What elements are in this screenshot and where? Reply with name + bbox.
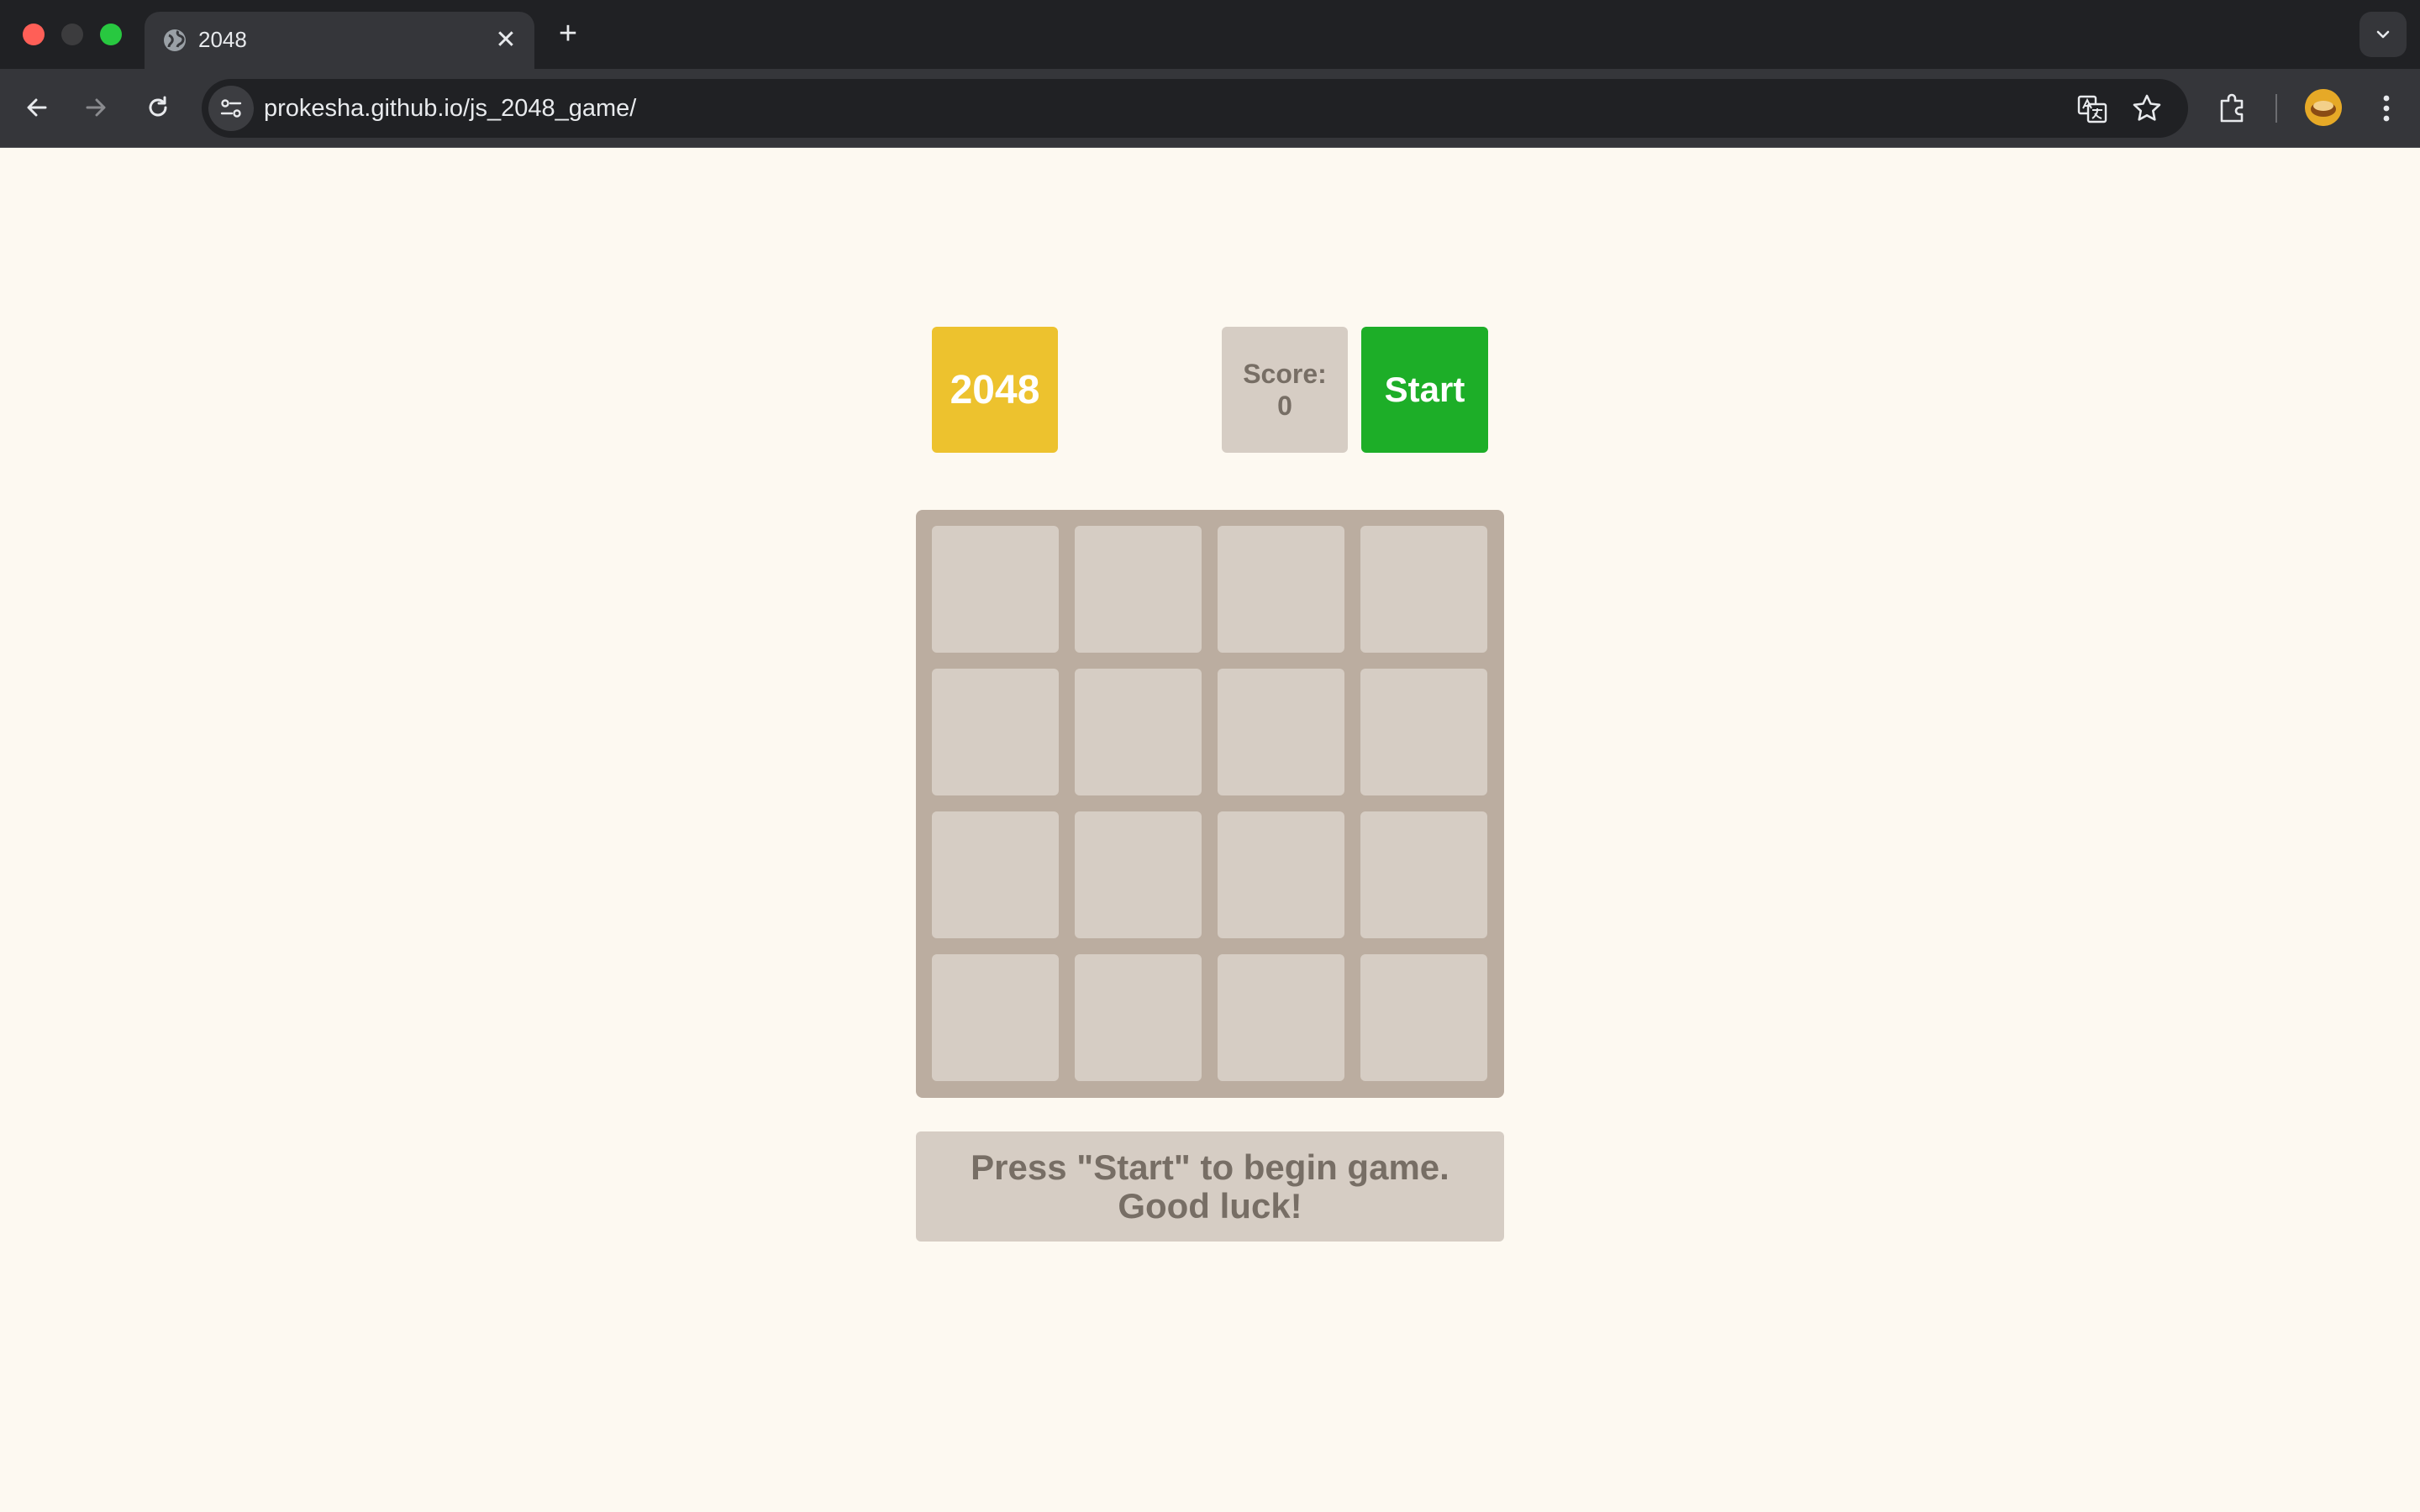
- translate-icon[interactable]: [2075, 92, 2109, 125]
- grid-cell: [1360, 811, 1487, 938]
- window-minimize-button[interactable]: [61, 24, 83, 45]
- forward-arrow-icon: [86, 98, 106, 117]
- grid-cell: [1218, 811, 1344, 938]
- avatar-image: [2305, 89, 2342, 126]
- bookmark-star-icon[interactable]: [2130, 92, 2164, 125]
- site-info-button[interactable]: [208, 86, 254, 131]
- game-board: [916, 510, 1504, 1098]
- grid-cell: [1360, 526, 1487, 653]
- grid-cell: [1218, 954, 1344, 1081]
- url-text[interactable]: prokesha.github.io/js_2048_game/: [264, 93, 636, 123]
- tab-title: 2048: [198, 27, 247, 52]
- reload-icon: [149, 96, 167, 117]
- grid-cell: [932, 954, 1059, 1081]
- score-box: Score: 0: [1222, 327, 1348, 453]
- window-close-button[interactable]: [23, 24, 45, 45]
- grid-cell: [1075, 526, 1202, 653]
- toolbar-divider: [2275, 94, 2277, 123]
- grid-cell: [1075, 811, 1202, 938]
- score-value: 0: [1277, 391, 1292, 421]
- profile-avatar[interactable]: [2305, 89, 2342, 126]
- window-zoom-button[interactable]: [100, 24, 122, 45]
- forward-button[interactable]: [74, 86, 118, 129]
- chevron-down-icon: [2376, 30, 2390, 39]
- grid-cell: [1360, 954, 1487, 1081]
- start-button[interactable]: Start: [1361, 327, 1488, 453]
- site-info-icon: [220, 99, 242, 118]
- back-button[interactable]: [15, 86, 59, 129]
- address-bar[interactable]: prokesha.github.io/js_2048_game/: [202, 79, 2188, 138]
- more-menu-icon[interactable]: [2370, 91, 2403, 126]
- game-logo: 2048: [932, 327, 1058, 453]
- grid-cell: [1218, 526, 1344, 653]
- browser-toolbar: prokesha.github.io/js_2048_game/: [0, 69, 2420, 148]
- tab-strip: 2048 ✕ +: [0, 0, 2420, 69]
- game-header: 2048 Score: 0 Start: [932, 327, 1488, 453]
- tab-search-button[interactable]: [2360, 12, 2407, 57]
- reload-button[interactable]: [136, 86, 180, 129]
- grid-cell: [1218, 669, 1344, 795]
- grid-cell: [1360, 669, 1487, 795]
- tab-close-icon[interactable]: ✕: [489, 24, 523, 57]
- grid-cell: [932, 669, 1059, 795]
- grid-cell: [932, 811, 1059, 938]
- browser-tab[interactable]: 2048 ✕: [145, 12, 534, 69]
- new-tab-button[interactable]: +: [550, 15, 587, 52]
- extensions-icon[interactable]: [2213, 89, 2252, 128]
- globe-icon: [164, 29, 186, 51]
- grid-cell: [1075, 954, 1202, 1081]
- grid-cell: [1075, 669, 1202, 795]
- back-arrow-icon: [27, 98, 47, 117]
- game-message: Press "Start" to begin game. Good luck!: [916, 1131, 1504, 1242]
- score-label: Score:: [1243, 359, 1327, 389]
- grid-cell: [932, 526, 1059, 653]
